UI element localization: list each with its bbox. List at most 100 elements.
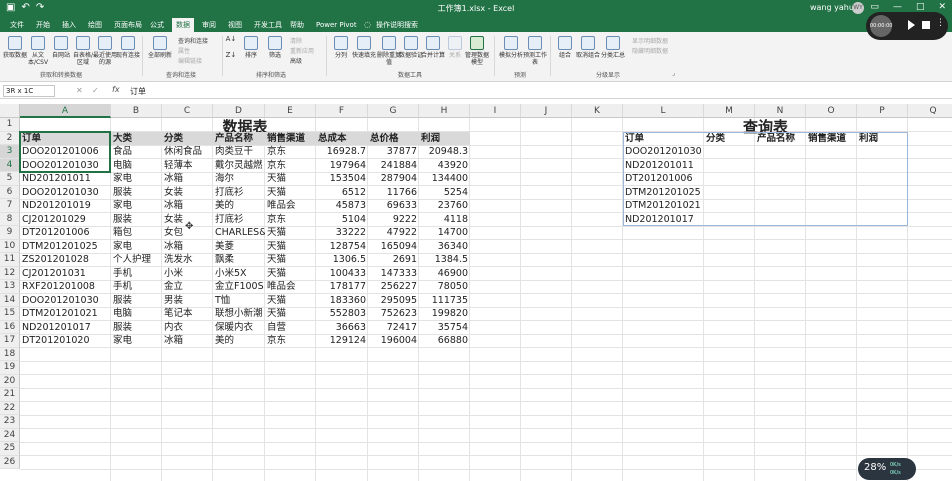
table-cell[interactable]: DT201201020 — [20, 334, 111, 348]
enter-icon[interactable]: ✓ — [92, 86, 99, 95]
table-cell[interactable]: 京东 — [265, 213, 316, 227]
table-cell[interactable]: 552803 — [316, 307, 368, 321]
row-header-22[interactable]: 22 — [0, 401, 20, 415]
table-cell[interactable]: 美的 — [213, 334, 265, 348]
tab-power-pivot[interactable]: Power Pivot — [312, 18, 361, 32]
table-cell[interactable]: 69633 — [368, 199, 419, 213]
table-cell[interactable]: 服装 — [111, 294, 162, 308]
table-cell[interactable]: 飘柔 — [213, 253, 265, 267]
table-cell[interactable]: 电脑 — [111, 159, 162, 173]
table-cell[interactable]: 183360 — [316, 294, 368, 308]
column-header-k[interactable]: K — [572, 104, 623, 118]
row-header-2[interactable]: 2 — [0, 131, 20, 145]
table-cell[interactable]: 100433 — [316, 267, 368, 281]
flash-fill-button[interactable]: 快速填充 — [350, 36, 378, 59]
ribbon-display-icon[interactable]: ▭ — [870, 2, 879, 12]
table-cell[interactable]: 4118 — [419, 213, 470, 227]
table-cell[interactable]: 保暖内衣 — [213, 321, 265, 335]
cancel-icon[interactable]: ✕ — [76, 86, 83, 95]
row-header-14[interactable]: 14 — [0, 293, 20, 307]
existing-connections-button[interactable]: 现有连接 — [115, 36, 141, 59]
row-header-3[interactable]: 3 — [0, 145, 20, 159]
query-order-cell[interactable]: DTM201201025 — [623, 186, 704, 200]
row-header-23[interactable]: 23 — [0, 415, 20, 429]
manage-data-model-button[interactable]: 管理数据模型 — [464, 36, 490, 66]
table-cell[interactable]: 16928.7 — [316, 145, 368, 159]
table-cell[interactable]: 打底衫 — [213, 213, 265, 227]
table-cell[interactable]: 72417 — [368, 321, 419, 335]
column-header-q[interactable]: Q — [908, 104, 952, 118]
table-cell[interactable]: ND201201011 — [20, 172, 111, 186]
table-cell[interactable]: 11766 — [368, 186, 419, 200]
table-header-cell[interactable]: 销售渠道 — [265, 131, 316, 145]
sort-ascending-button[interactable]: A↓ — [224, 36, 238, 43]
sort-descending-button[interactable]: Z↓ — [224, 52, 238, 59]
row-header-26[interactable]: 26 — [0, 455, 20, 469]
table-cell[interactable]: 45873 — [316, 199, 368, 213]
table-cell[interactable]: 36340 — [419, 240, 470, 254]
refresh-all-button[interactable]: 全部刷新 — [146, 36, 174, 59]
avatar[interactable]: WY — [852, 2, 864, 14]
tab-help[interactable]: 帮助 — [286, 18, 308, 32]
tab-view[interactable]: 视图 — [224, 18, 246, 32]
table-cell[interactable]: 78050 — [419, 280, 470, 294]
table-cell[interactable]: 20948.3 — [419, 145, 470, 159]
dialog-launcher-icon[interactable]: ⌟ — [672, 70, 675, 77]
row-header-16[interactable]: 16 — [0, 320, 20, 334]
table-cell[interactable]: 冰箱 — [162, 172, 213, 186]
table-cell[interactable]: 5104 — [316, 213, 368, 227]
stop-icon[interactable] — [922, 21, 930, 29]
table-cell[interactable]: 京东 — [265, 159, 316, 173]
table-cell[interactable]: 天猫 — [265, 226, 316, 240]
table-header-cell[interactable]: 订单 — [20, 131, 111, 145]
table-cell[interactable]: 肉类豆干 — [213, 145, 265, 159]
table-cell[interactable]: 金立 — [162, 280, 213, 294]
insert-function-icon[interactable]: fx — [112, 85, 120, 94]
table-cell[interactable]: 46900 — [419, 267, 470, 281]
tab-formulas[interactable]: 公式 — [146, 18, 168, 32]
query-order-cell[interactable]: DTM201201021 — [623, 199, 704, 213]
clear-filter-button[interactable]: 清除 — [290, 36, 302, 45]
table-cell[interactable]: 京东 — [265, 334, 316, 348]
table-cell[interactable]: 天猫 — [265, 267, 316, 281]
table-cell[interactable]: 冰箱 — [162, 199, 213, 213]
table-cell[interactable]: CHARLES& — [213, 226, 265, 240]
query-header-cell[interactable]: 订单 — [623, 132, 704, 146]
table-header-cell[interactable]: 产品名称 — [213, 131, 265, 145]
table-cell[interactable]: 家电 — [111, 334, 162, 348]
tab-review[interactable]: 审阅 — [198, 18, 220, 32]
table-cell[interactable]: 33222 — [316, 226, 368, 240]
row-header-8[interactable]: 8 — [0, 212, 20, 226]
select-all-corner[interactable] — [0, 104, 20, 118]
table-cell[interactable]: 手机 — [111, 280, 162, 294]
table-cell[interactable]: 轻薄本 — [162, 159, 213, 173]
table-cell[interactable]: ZS201201028 — [20, 253, 111, 267]
table-cell[interactable]: ND201201017 — [20, 321, 111, 335]
table-cell[interactable]: 联想小新潮 — [213, 307, 265, 321]
table-cell[interactable]: 35754 — [419, 321, 470, 335]
row-header-4[interactable]: 4 — [0, 158, 20, 172]
tell-me-search[interactable]: 操作说明搜索 — [372, 18, 422, 32]
table-cell[interactable]: 男装 — [162, 294, 213, 308]
table-cell[interactable]: 14700 — [419, 226, 470, 240]
tab-home[interactable]: 开始 — [32, 18, 54, 32]
table-cell[interactable]: 9222 — [368, 213, 419, 227]
tab-data[interactable]: 数据 — [172, 18, 194, 32]
table-cell[interactable]: 295095 — [368, 294, 419, 308]
table-cell[interactable]: 1306.5 — [316, 253, 368, 267]
table-header-cell[interactable]: 总价格 — [368, 131, 419, 145]
table-cell[interactable]: DTM201201021 — [20, 307, 111, 321]
table-header-cell[interactable]: 大类 — [111, 131, 162, 145]
row-header-21[interactable]: 21 — [0, 388, 20, 402]
table-cell[interactable]: 电脑 — [111, 307, 162, 321]
table-cell[interactable]: 153504 — [316, 172, 368, 186]
table-cell[interactable]: 服装 — [111, 321, 162, 335]
table-cell[interactable]: 147333 — [368, 267, 419, 281]
table-cell[interactable]: RXF201201008 — [20, 280, 111, 294]
table-cell[interactable]: 唯品会 — [265, 280, 316, 294]
table-cell[interactable]: CJ201201031 — [20, 267, 111, 281]
table-cell[interactable]: 199820 — [419, 307, 470, 321]
advanced-filter-button[interactable]: 高级 — [290, 56, 302, 65]
table-cell[interactable]: 134400 — [419, 172, 470, 186]
tab-draw[interactable]: 绘图 — [84, 18, 106, 32]
